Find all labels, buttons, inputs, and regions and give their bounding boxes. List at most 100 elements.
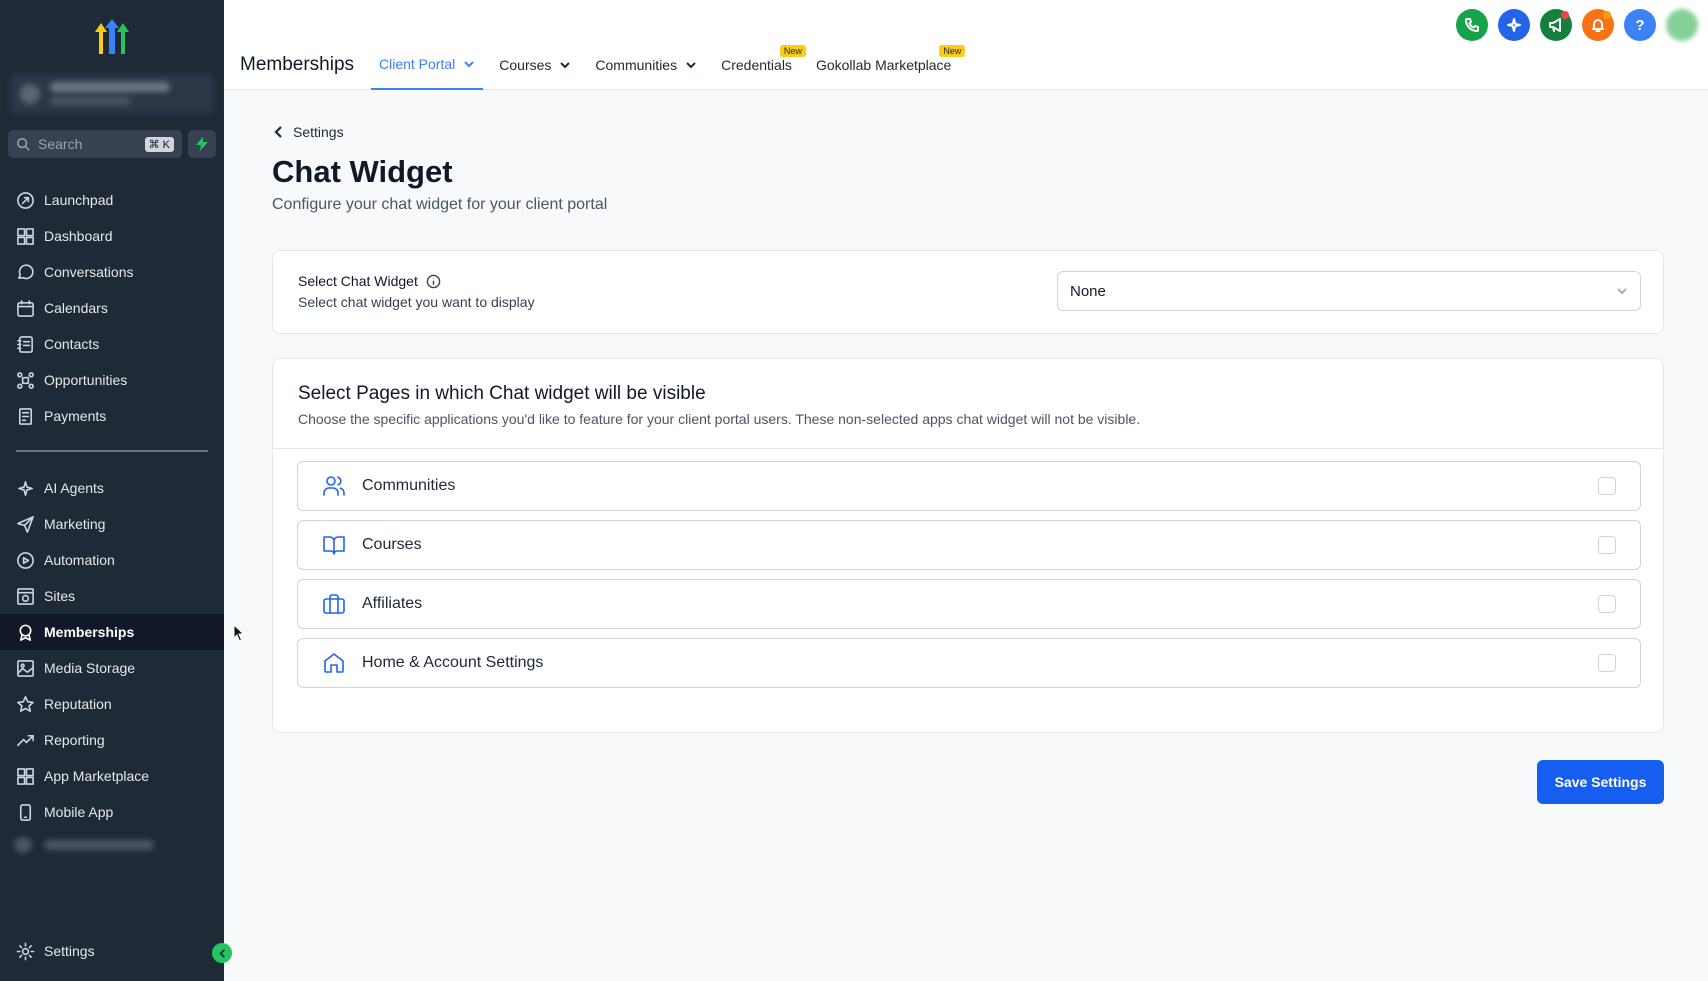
- search-placeholder: Search: [38, 136, 83, 152]
- visible-pages-card: Select Pages in which Chat widget will b…: [272, 358, 1664, 733]
- page-option-label: Communities: [362, 477, 456, 494]
- sidebar-item-label: Sites: [44, 588, 76, 604]
- phone-button[interactable]: [1456, 9, 1488, 41]
- sidebar-collapse-button[interactable]: [212, 943, 232, 963]
- breadcrumb[interactable]: Settings: [272, 124, 344, 140]
- page-option-checkbox[interactable]: [1598, 536, 1616, 554]
- sidebar-item-memberships[interactable]: Memberships: [0, 614, 224, 650]
- quick-action-button[interactable]: [188, 130, 216, 158]
- sidebar-item-reputation[interactable]: Reputation: [0, 686, 224, 722]
- info-icon[interactable]: [426, 274, 441, 289]
- sidebar-item-dashboard[interactable]: Dashboard: [0, 218, 224, 254]
- account-switcher[interactable]: [10, 74, 214, 114]
- chevron-left-icon: [274, 126, 282, 138]
- launchpad-icon: [17, 191, 34, 209]
- visible-pages-header: Select Pages in which Chat widget will b…: [273, 359, 1663, 449]
- page-option-communities[interactable]: Communities: [297, 461, 1641, 511]
- dashboard-icon: [17, 227, 34, 245]
- search-shortcut: ⌘ K: [144, 136, 174, 152]
- sidebar-item-contacts[interactable]: Contacts: [0, 326, 224, 362]
- book-icon: [323, 536, 345, 555]
- page-option-affiliates[interactable]: Affiliates: [297, 579, 1641, 629]
- sidebar-item-label: Contacts: [44, 336, 100, 352]
- sidebar-item-conversations[interactable]: Conversations: [0, 254, 224, 290]
- sidebar-settings-link[interactable]: Settings: [0, 933, 224, 969]
- app-title: Memberships: [240, 54, 355, 75]
- avatar[interactable]: [1666, 9, 1698, 41]
- sidebar-item-payments[interactable]: Payments: [0, 398, 224, 434]
- sidebar-item-marketing[interactable]: Marketing: [0, 506, 224, 542]
- sidebar-item-label: Launchpad: [44, 192, 114, 208]
- sidebar-item-label: Automation: [44, 552, 115, 568]
- tab-bar: Client Portal Courses Communities Creden…: [371, 40, 967, 90]
- bell-icon: [1592, 19, 1604, 32]
- contacts-icon: [17, 335, 33, 353]
- tab-courses[interactable]: Courses: [491, 40, 579, 90]
- sidebar-item-settings: Settings: [0, 933, 224, 969]
- page-option-home-account-settings[interactable]: Home & Account Settings: [297, 638, 1641, 688]
- tab-label: Gokollab Marketplace: [815, 57, 952, 73]
- search-input[interactable]: Search ⌘ K: [8, 130, 182, 158]
- chevron-left-icon: [218, 948, 225, 958]
- tab-communities[interactable]: Communities: [587, 40, 705, 90]
- media-storage-icon: [17, 659, 34, 677]
- page-option-checkbox[interactable]: [1598, 477, 1616, 495]
- reputation-icon: [17, 695, 34, 712]
- topbar: Memberships Client Portal Courses Commun…: [224, 0, 1708, 90]
- save-settings-button[interactable]: Save Settings: [1537, 760, 1664, 804]
- ai-assistant-button[interactable]: [1498, 9, 1530, 41]
- new-badge: New: [939, 45, 966, 57]
- sidebar-item-label: Payments: [44, 408, 107, 424]
- sidebar-item-label: Conversations: [44, 264, 134, 280]
- sidebar-item-ai-agents[interactable]: AI Agents: [0, 470, 224, 506]
- help-button[interactable]: ?: [1624, 9, 1656, 41]
- sidebar-item-label: Reporting: [44, 732, 105, 748]
- chevron-down-icon: [686, 62, 696, 69]
- breadcrumb-label: Settings: [293, 124, 344, 140]
- sidebar-item-label: App Marketplace: [44, 768, 150, 784]
- page-subtitle: Configure your chat widget for your clie…: [272, 196, 608, 213]
- chat-widget-dropdown[interactable]: None: [1057, 271, 1641, 311]
- sidebar-nav-secondary: AI Agents Marketing Automation Sites Mem…: [0, 470, 224, 830]
- tab-label: Communities: [595, 57, 678, 73]
- mouse-cursor-icon: [233, 624, 245, 642]
- briefcase-icon: [323, 594, 345, 614]
- notification-dot: [1603, 11, 1611, 19]
- sidebar-item-opportunities[interactable]: Opportunities: [0, 362, 224, 398]
- calendar-icon: [17, 299, 34, 317]
- chat-widget-select-description: Select chat widget you want to display: [298, 294, 535, 310]
- announcements-button[interactable]: [1540, 9, 1572, 41]
- megaphone-icon: [1549, 18, 1561, 32]
- tab-credentials[interactable]: Credentials New: [713, 40, 806, 90]
- automation-icon: [17, 551, 34, 569]
- page-option-checkbox[interactable]: [1598, 595, 1616, 613]
- top-actions: ?: [1446, 9, 1698, 41]
- sidebar: Search ⌘ K Launchpad Dashboard Conversat…: [0, 0, 224, 981]
- app-marketplace-icon: [17, 767, 34, 785]
- sidebar-item-mobile-app[interactable]: Mobile App: [0, 794, 224, 830]
- sidebar-item-reporting[interactable]: Reporting: [0, 722, 224, 758]
- new-badge: New: [779, 45, 806, 57]
- ai-agents-icon: [18, 480, 33, 496]
- sidebar-item-calendars[interactable]: Calendars: [0, 290, 224, 326]
- app-logo[interactable]: [93, 18, 133, 56]
- page-option-checkbox[interactable]: [1598, 654, 1616, 672]
- sidebar-item-label: Media Storage: [44, 660, 136, 676]
- mobile-app-icon: [19, 803, 32, 821]
- reporting-icon: [17, 734, 34, 746]
- sidebar-item-automation[interactable]: Automation: [0, 542, 224, 578]
- sparkle-icon: [1507, 18, 1521, 32]
- sidebar-item-blurred[interactable]: [14, 837, 164, 853]
- sidebar-item-app-marketplace[interactable]: App Marketplace: [0, 758, 224, 794]
- sidebar-item-launchpad[interactable]: Launchpad: [0, 182, 224, 218]
- tab-gokollab-marketplace[interactable]: Gokollab Marketplace New: [808, 40, 966, 90]
- sidebar-item-sites[interactable]: Sites: [0, 578, 224, 614]
- page-option-courses[interactable]: Courses: [297, 520, 1641, 570]
- sidebar-item-media-storage[interactable]: Media Storage: [0, 650, 224, 686]
- chat-widget-label-text: Select Chat Widget: [298, 273, 418, 289]
- help-icon: ?: [1635, 16, 1645, 34]
- tab-client-portal[interactable]: Client Portal: [371, 40, 484, 90]
- notifications-button[interactable]: [1582, 9, 1614, 41]
- chevron-down-icon: [464, 61, 474, 68]
- visible-pages-description: Choose the specific applications you'd l…: [298, 411, 1141, 427]
